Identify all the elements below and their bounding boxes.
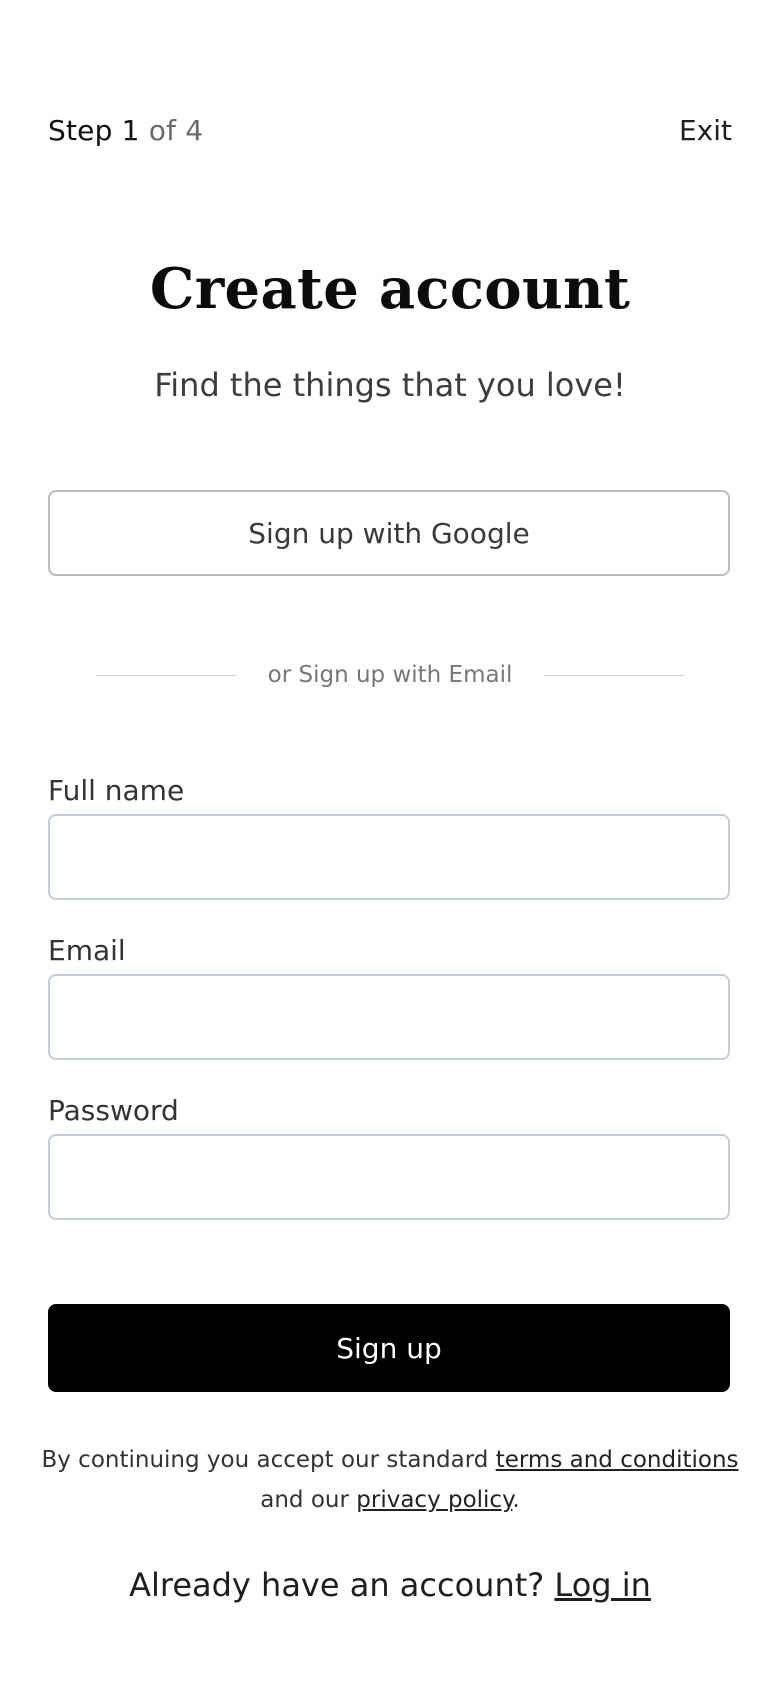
sign-up-button[interactable]: Sign up	[48, 1304, 730, 1392]
login-prompt-text: Already have an account?	[129, 1566, 545, 1604]
full-name-input[interactable]	[48, 814, 730, 900]
google-signup-button[interactable]: Sign up with Google	[48, 490, 730, 576]
terms-link[interactable]: terms and conditions	[496, 1447, 739, 1473]
password-input[interactable]	[48, 1134, 730, 1220]
legal-text: By continuing you accept our standard te…	[40, 1440, 740, 1520]
privacy-link[interactable]: privacy policy	[356, 1487, 512, 1513]
login-link[interactable]: Log in	[554, 1566, 651, 1604]
signup-screen: Step 1 of 4 Exit Create account Find the…	[0, 0, 780, 1688]
legal-middle: and our	[260, 1487, 349, 1513]
google-signup-label: Sign up with Google	[248, 516, 530, 550]
exit-button[interactable]: Exit	[679, 114, 732, 147]
step-label: Step	[48, 113, 113, 147]
email-input[interactable]	[48, 974, 730, 1060]
legal-suffix: .	[512, 1487, 520, 1513]
divider-line-left	[96, 674, 236, 676]
divider-line-right	[544, 674, 685, 676]
divider: or Sign up with Email	[96, 658, 685, 692]
login-prompt: Already have an account? Log in	[0, 1566, 780, 1604]
step-current: 1	[121, 113, 140, 147]
sign-up-label: Sign up	[336, 1331, 442, 1365]
password-label: Password	[48, 1094, 179, 1127]
email-label: Email	[48, 934, 126, 967]
top-bar: Step 1 of 4 Exit	[48, 110, 732, 150]
page-title: Create account	[149, 256, 631, 322]
step-indicator: Step 1 of 4	[48, 114, 203, 147]
legal-prefix: By continuing you accept our standard	[41, 1447, 489, 1473]
page-subtitle: Find the things that you love!	[154, 366, 626, 404]
divider-text: or Sign up with Email	[267, 662, 513, 688]
step-total: of 4	[148, 113, 204, 147]
full-name-label: Full name	[48, 774, 185, 807]
